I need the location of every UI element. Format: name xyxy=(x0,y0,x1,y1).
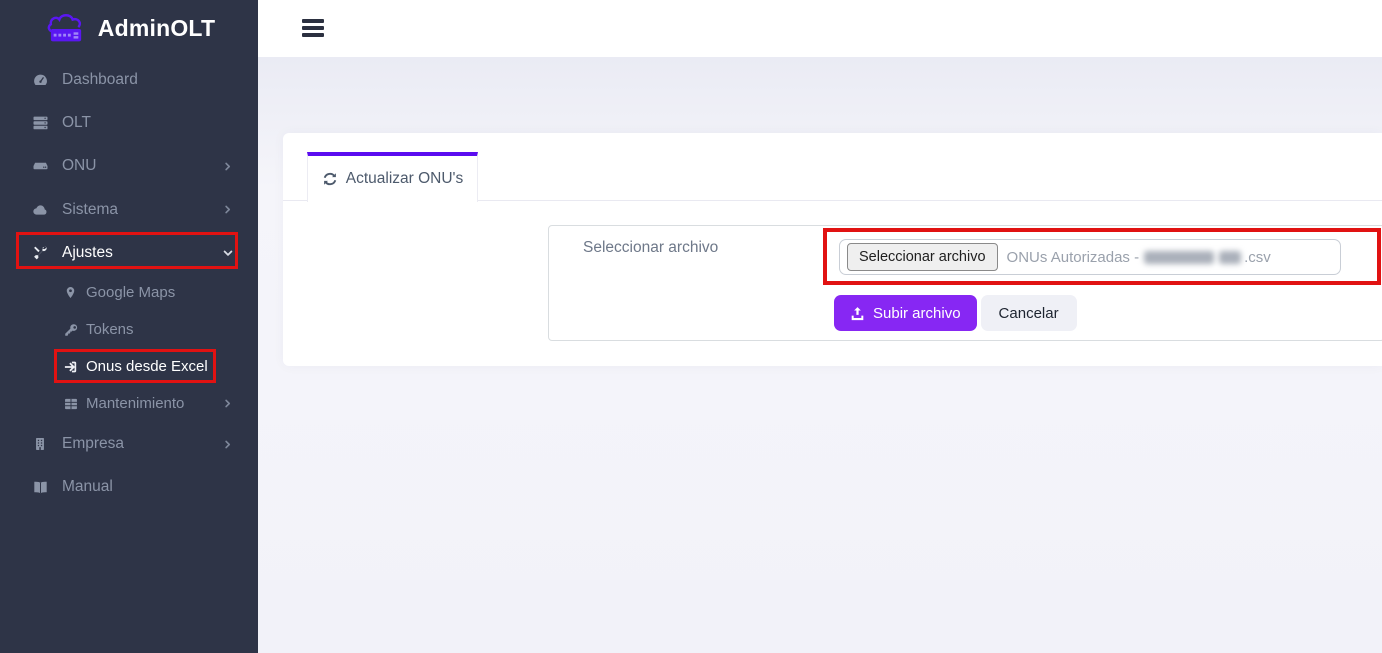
redacted-filename-segment xyxy=(1219,250,1242,264)
app-window: AdminOLT Dashboard OLT ONU Sistema Ajust… xyxy=(0,0,1382,653)
hamburger-menu-icon[interactable] xyxy=(302,19,324,37)
dashboard-icon xyxy=(30,72,50,88)
sidebar: AdminOLT Dashboard OLT ONU Sistema Ajust… xyxy=(0,0,258,653)
file-name: ONUs Autorizadas - .csv xyxy=(1007,249,1271,266)
table-icon xyxy=(62,396,79,411)
sidebar-nav: Dashboard OLT ONU Sistema Ajustes Google… xyxy=(0,58,258,509)
upload-button[interactable]: Subir archivo xyxy=(834,295,977,331)
tools-icon xyxy=(30,245,50,261)
sidebar-item-label: Dashboard xyxy=(62,70,138,88)
hdd-icon xyxy=(30,158,50,174)
cancel-button[interactable]: Cancelar xyxy=(980,295,1077,331)
sidebar-item-label: Google Maps xyxy=(86,284,176,302)
sidebar-item-ajustes[interactable]: Ajustes xyxy=(0,231,258,274)
sidebar-item-label: Onus desde Excel xyxy=(86,358,208,376)
building-icon xyxy=(30,436,50,452)
sidebar-item-label: Ajustes xyxy=(62,243,113,261)
redacted-filename-segment xyxy=(1144,250,1215,264)
server-icon xyxy=(30,115,50,131)
brand-logo-icon xyxy=(43,11,89,47)
file-name-suffix: .csv xyxy=(1244,248,1271,266)
sidebar-item-manual[interactable]: Manual xyxy=(0,466,258,509)
sign-in-icon xyxy=(62,359,79,374)
sidebar-item-label: Empresa xyxy=(62,435,125,453)
refresh-icon xyxy=(322,171,338,187)
sidebar-item-label: Mantenimiento xyxy=(86,395,185,413)
sidebar-item-empresa[interactable]: Empresa xyxy=(0,422,258,465)
sidebar-item-onu[interactable]: ONU xyxy=(0,145,258,188)
topbar xyxy=(258,0,1382,57)
sidebar-item-dashboard[interactable]: Dashboard xyxy=(0,58,258,101)
tab-actualizar-onus[interactable]: Actualizar ONU's xyxy=(307,152,478,202)
chevron-right-icon xyxy=(222,204,234,216)
cloud-icon xyxy=(30,202,50,218)
sidebar-item-label: OLT xyxy=(62,113,91,131)
sidebar-item-label: Tokens xyxy=(86,321,134,339)
form-actions: Subir archivo Cancelar xyxy=(834,295,1077,331)
sidebar-item-label: Sistema xyxy=(62,200,118,218)
file-field-label: Seleccionar archivo xyxy=(583,239,719,256)
sidebar-item-mantenimiento[interactable]: Mantenimiento xyxy=(0,385,258,422)
file-choose-button[interactable]: Seleccionar archivo xyxy=(847,243,998,271)
sidebar-item-label: ONU xyxy=(62,157,97,175)
tab-label: Actualizar ONU's xyxy=(345,170,464,187)
main-content: Importar Onus desde Excel Actualizar ONU… xyxy=(258,57,1382,653)
sidebar-item-google-maps[interactable]: Google Maps xyxy=(0,274,258,311)
file-name-prefix: ONUs Autorizadas - xyxy=(1006,248,1140,266)
sidebar-item-sistema[interactable]: Sistema xyxy=(0,188,258,231)
book-icon xyxy=(30,479,50,495)
chevron-right-icon xyxy=(222,398,234,410)
brand[interactable]: AdminOLT xyxy=(0,0,258,57)
chevron-right-icon xyxy=(222,438,234,450)
upload-icon xyxy=(850,306,865,321)
sidebar-item-label: Manual xyxy=(62,478,113,496)
upload-form-panel: Seleccionar archivo Seleccionar archivo … xyxy=(548,225,1382,341)
upload-button-label: Subir archivo xyxy=(873,304,961,322)
file-input[interactable]: Seleccionar archivo ONUs Autorizadas - .… xyxy=(839,239,1341,275)
tab-bar: Actualizar ONU's xyxy=(283,133,1382,202)
import-card: Actualizar ONU's Seleccionar archivo Sel… xyxy=(283,133,1382,366)
chevron-down-icon xyxy=(222,247,234,259)
sidebar-item-onus-desde-excel[interactable]: Onus desde Excel xyxy=(0,348,258,385)
sidebar-item-tokens[interactable]: Tokens xyxy=(0,311,258,348)
annotation-box-file-input: Seleccionar archivo ONUs Autorizadas - .… xyxy=(823,228,1381,285)
key-icon xyxy=(62,322,79,337)
sidebar-item-olt[interactable]: OLT xyxy=(0,101,258,144)
map-marker-icon xyxy=(62,285,79,300)
chevron-right-icon xyxy=(222,160,234,172)
brand-title: AdminOLT xyxy=(97,15,216,41)
